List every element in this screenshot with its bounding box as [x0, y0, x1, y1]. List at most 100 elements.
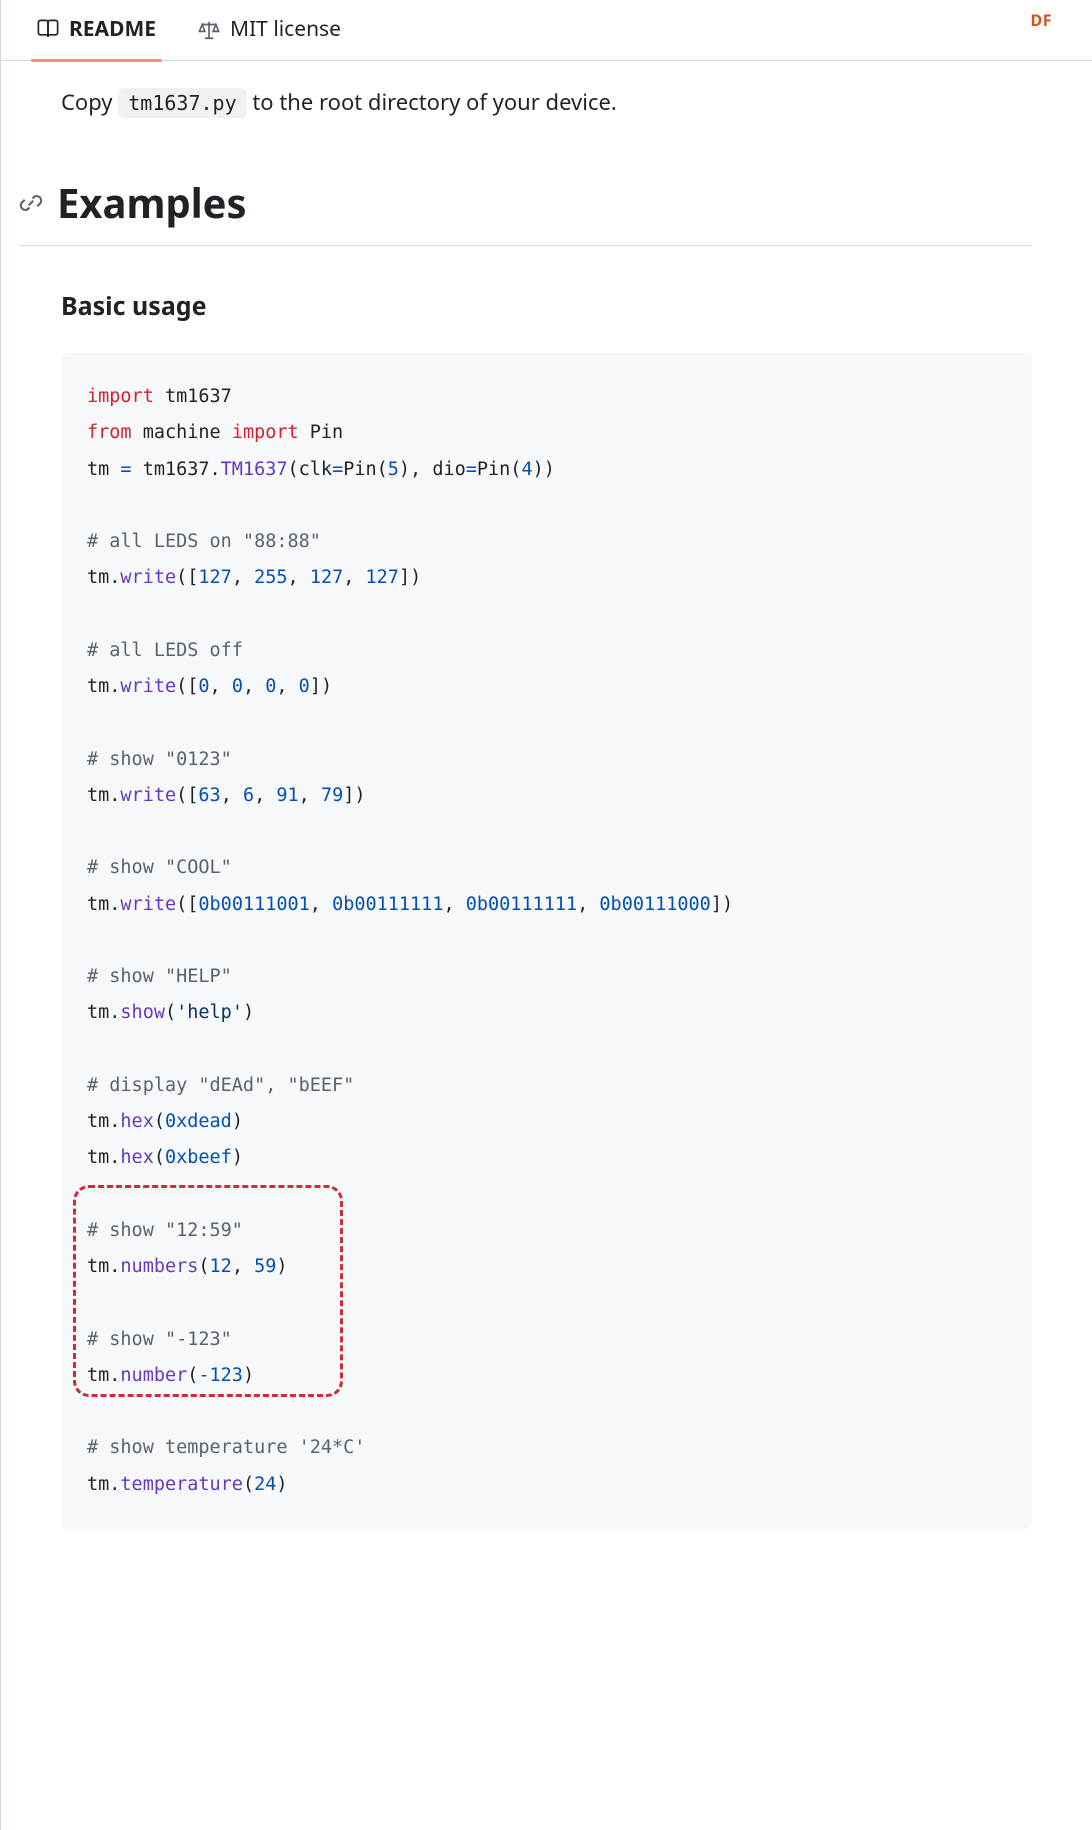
code-token: hex	[120, 1147, 153, 1168]
code-token: tm.	[87, 1365, 120, 1386]
scale-icon	[198, 19, 220, 41]
code-token: write	[120, 785, 176, 806]
code-token: tm.	[87, 676, 120, 697]
code-token: =	[466, 459, 477, 480]
code-token: =	[332, 459, 343, 480]
code-token: 63	[198, 785, 220, 806]
code-token: )	[243, 1365, 254, 1386]
code-token: tm.	[87, 1147, 120, 1168]
code-token: write	[120, 567, 176, 588]
code-token: ])	[310, 676, 332, 697]
intro-line: Copy tm1637.py to the root directory of …	[61, 85, 1032, 119]
intro-suffix: to the root directory of your device.	[247, 87, 617, 117]
code-token: 79	[321, 785, 343, 806]
code-token: -	[198, 1365, 209, 1386]
readme-content: Copy tm1637.py to the root directory of …	[1, 61, 1092, 1559]
code-block[interactable]: import tm1637 from machine import Pin tm…	[61, 353, 1032, 1529]
code-token: ,	[310, 894, 332, 915]
code-comment: # display "dEAd", "bEEF"	[87, 1075, 354, 1096]
code-token: machine	[132, 422, 232, 443]
code-token: ,	[232, 567, 254, 588]
code-token: ,	[288, 567, 310, 588]
code-token: 127	[310, 567, 343, 588]
code-comment: # show temperature '24*C'	[87, 1437, 365, 1458]
code-token: tm.	[87, 567, 120, 588]
code-token: temperature	[120, 1474, 243, 1495]
code-token: ))	[533, 459, 555, 480]
link-icon[interactable]	[19, 191, 43, 215]
code-comment: # show "COOL"	[87, 857, 232, 878]
book-icon	[37, 19, 59, 41]
code-token: =	[120, 459, 131, 480]
code-token: (	[187, 1365, 198, 1386]
code-token: (	[243, 1474, 254, 1495]
code-token: 0	[232, 676, 243, 697]
code-token: tm.	[87, 894, 120, 915]
code-token: import	[232, 422, 299, 443]
code-token: 0b00111000	[599, 894, 710, 915]
code-token: )	[276, 1474, 287, 1495]
inline-code: tm1637.py	[118, 88, 246, 118]
code-token: ,	[254, 785, 276, 806]
code-token: 127	[198, 567, 231, 588]
code-comment: # show "12:59"	[87, 1220, 243, 1241]
code-token: (	[288, 459, 299, 480]
code-token: from	[87, 422, 132, 443]
code-token: ([	[176, 785, 198, 806]
code-token: 0	[265, 676, 276, 697]
code-token: ,	[299, 785, 321, 806]
code-token: write	[120, 894, 176, 915]
tab-readme[interactable]: README	[37, 14, 156, 60]
code-token: ),	[399, 459, 432, 480]
code-token: 'help'	[176, 1002, 243, 1023]
code-token: 127	[366, 567, 399, 588]
tab-license[interactable]: MIT license	[198, 14, 341, 60]
code-token: tm1637.	[132, 459, 221, 480]
code-token: import	[87, 386, 154, 407]
code-comment: # all LEDS off	[87, 640, 243, 661]
code-token: number	[120, 1365, 187, 1386]
code-token: ,	[221, 785, 243, 806]
code-token: clk	[299, 459, 332, 480]
code-token: TM1637	[221, 459, 288, 480]
code-token: )	[243, 1002, 254, 1023]
code-token: 0xdead	[165, 1111, 232, 1132]
code-token: Pin(	[477, 459, 522, 480]
code-token: ,	[343, 567, 365, 588]
code-token: show	[120, 1002, 165, 1023]
code-token: Pin(	[343, 459, 388, 480]
code-token: tm.	[87, 1111, 120, 1132]
file-tabs: README MIT license	[1, 0, 1092, 61]
code-token: (	[154, 1111, 165, 1132]
code-token: 0b00111111	[332, 894, 443, 915]
code-token: tm.	[87, 1256, 120, 1277]
code-token: ])	[343, 785, 365, 806]
page-root: DF README MIT license Copy tm1637.py to …	[0, 0, 1092, 1830]
code-token: 24	[254, 1474, 276, 1495]
code-token: 91	[276, 785, 298, 806]
code-token: ,	[243, 676, 265, 697]
code-comment: # show "HELP"	[87, 966, 232, 987]
code-token: )	[276, 1256, 287, 1277]
code-token: )	[232, 1147, 243, 1168]
code-token: hex	[120, 1111, 153, 1132]
code-token: 0xbeef	[165, 1147, 232, 1168]
h2-basic-usage: Basic usage	[61, 288, 1032, 326]
code-token: ([	[176, 567, 198, 588]
code-token: ([	[176, 676, 198, 697]
code-token: ,	[443, 894, 465, 915]
heading-examples: Examples	[19, 173, 1032, 246]
code-token: 255	[254, 567, 287, 588]
code-comment: # show "-123"	[87, 1329, 232, 1350]
code-comment: # all LEDS on "88:88"	[87, 531, 321, 552]
code-token: ,	[276, 676, 298, 697]
tab-label: MIT license	[230, 14, 341, 46]
h1-examples: Examples	[57, 173, 247, 233]
code-token: (	[154, 1147, 165, 1168]
code-token: tm.	[87, 1002, 120, 1023]
intro-prefix: Copy	[61, 87, 118, 117]
code-token: 123	[210, 1365, 243, 1386]
code-token: 59	[254, 1256, 276, 1277]
code-token: 0b00111001	[198, 894, 309, 915]
code-token: 5	[388, 459, 399, 480]
